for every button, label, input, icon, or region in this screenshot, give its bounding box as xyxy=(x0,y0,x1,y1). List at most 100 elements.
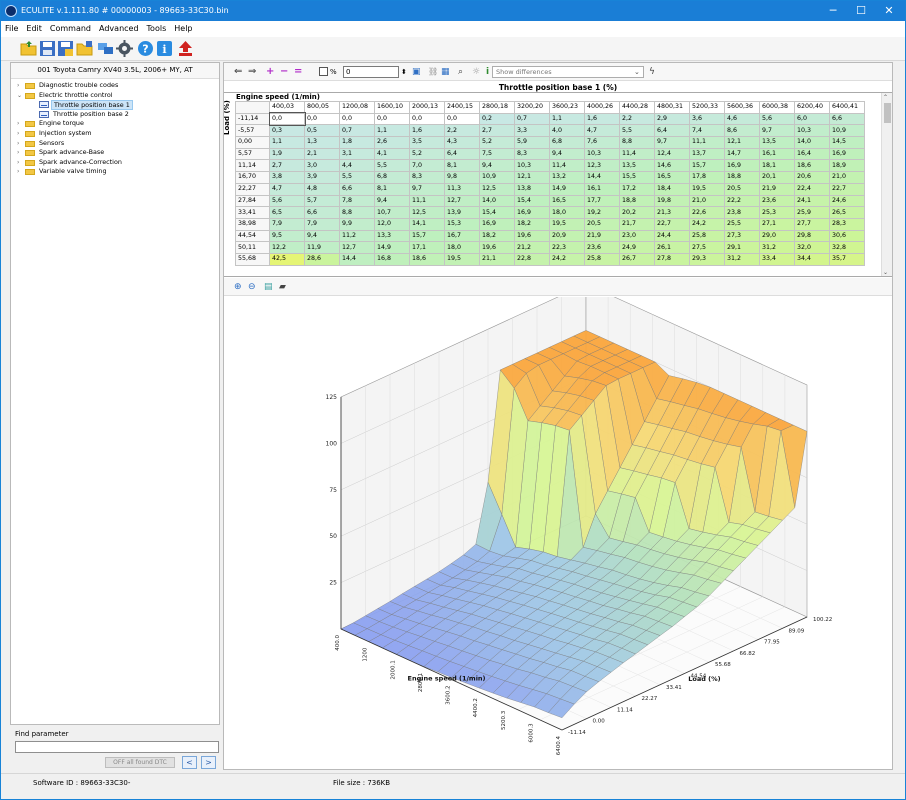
table-cell[interactable]: 21,7 xyxy=(619,217,655,231)
table-cell[interactable]: 14,4 xyxy=(584,171,620,184)
table-cell[interactable]: 14,6 xyxy=(654,159,690,173)
table-cell[interactable]: 32,0 xyxy=(794,241,830,254)
table-cell[interactable]: 15,7 xyxy=(689,159,725,173)
table-cell[interactable]: 22,3 xyxy=(549,241,585,254)
tree-item[interactable]: ⌄ Electric throttle control xyxy=(15,91,219,101)
table-cell[interactable]: 16,4 xyxy=(794,147,830,161)
equals-icon[interactable]: = xyxy=(294,66,302,78)
table-cell[interactable]: 0,5 xyxy=(304,124,340,138)
table-cell[interactable]: 29,0 xyxy=(759,229,795,243)
table-cell[interactable]: 21,2 xyxy=(514,241,550,254)
table-cell[interactable]: 9,7 xyxy=(654,136,690,149)
table-cell[interactable]: 19,6 xyxy=(514,229,550,243)
column-header[interactable]: 4400,28 xyxy=(619,101,655,114)
column-header[interactable]: 4800,31 xyxy=(654,101,690,114)
table-cell[interactable]: 12,2 xyxy=(269,241,305,254)
table-cell[interactable]: 31,2 xyxy=(724,252,760,266)
table-cell[interactable]: 5,2 xyxy=(479,136,515,149)
table-cell[interactable]: 7,6 xyxy=(584,136,620,149)
table-cell[interactable]: 16,1 xyxy=(584,182,620,196)
table-cell[interactable]: 20,9 xyxy=(549,229,585,243)
table-cell[interactable]: 0,0 xyxy=(444,112,480,126)
help-icon[interactable]: ? xyxy=(137,40,154,57)
table-cell[interactable]: 5,5 xyxy=(619,124,655,138)
table-cell[interactable]: 9,9 xyxy=(339,217,375,231)
table-cell[interactable]: 12,4 xyxy=(654,147,690,161)
table-cell[interactable]: 7,4 xyxy=(689,124,725,138)
lightbulb-icon[interactable]: ☼ xyxy=(472,66,480,78)
table-cell[interactable]: 6,4 xyxy=(654,124,690,138)
row-header[interactable]: 16,70 xyxy=(235,171,270,184)
table-cell[interactable]: 12,1 xyxy=(724,136,760,149)
table-cell[interactable]: 29,8 xyxy=(794,229,830,243)
grid-icon[interactable]: ▦ xyxy=(441,66,450,78)
table-cell[interactable]: 25,8 xyxy=(584,252,620,266)
zoom-in-icon[interactable]: ⊕ xyxy=(234,281,242,293)
surface-plot[interactable]: 125100755025400.012002000.12800.13600.24… xyxy=(224,283,892,769)
table-cell[interactable]: 5,5 xyxy=(339,171,375,184)
table-cell[interactable]: 21,9 xyxy=(759,182,795,196)
table-cell[interactable]: 26,5 xyxy=(829,206,865,219)
table-cell[interactable]: 5,5 xyxy=(374,159,410,173)
table-cell[interactable]: 21,3 xyxy=(654,206,690,219)
table-cell[interactable]: 14,1 xyxy=(409,217,445,231)
table-cell[interactable]: 22,6 xyxy=(689,206,725,219)
percent-checkbox[interactable] xyxy=(319,67,328,76)
column-header[interactable]: 1200,08 xyxy=(339,101,375,114)
table-view-icon[interactable]: ▤ xyxy=(264,281,273,293)
table-cell[interactable]: 5,6 xyxy=(759,112,795,126)
minimize-button[interactable]: ─ xyxy=(819,2,847,20)
tree-item[interactable]: › Diagnostic trouble codes xyxy=(15,81,219,91)
value-input[interactable]: 0 xyxy=(343,66,399,78)
table-cell[interactable]: 4,7 xyxy=(269,182,305,196)
table-cell[interactable]: 0,0 xyxy=(374,112,410,126)
table-cell[interactable]: 18,8 xyxy=(724,171,760,184)
table-cell[interactable]: 34,4 xyxy=(794,252,830,266)
row-header[interactable]: 22,27 xyxy=(235,182,270,196)
table-cell[interactable]: 25,8 xyxy=(689,229,725,243)
table-cell[interactable]: 22,8 xyxy=(514,252,550,266)
table-cell[interactable]: 13,5 xyxy=(759,136,795,149)
table-cell[interactable]: 20,2 xyxy=(619,206,655,219)
table-cell[interactable]: 3,9 xyxy=(304,171,340,184)
column-header[interactable]: 1600,10 xyxy=(374,101,410,114)
table-cell[interactable]: 0,0 xyxy=(304,112,340,126)
table-cell[interactable]: 2,7 xyxy=(479,124,515,138)
table-cell[interactable]: 30,6 xyxy=(829,229,865,243)
table-cell[interactable]: 11,3 xyxy=(444,182,480,196)
table-cell[interactable]: 26,7 xyxy=(619,252,655,266)
table-cell[interactable]: 10,3 xyxy=(794,124,830,138)
table-cell[interactable]: 25,9 xyxy=(794,206,830,219)
table-cell[interactable]: 4,3 xyxy=(444,136,480,149)
table-cell[interactable]: 25,5 xyxy=(724,217,760,231)
save-icon[interactable] xyxy=(39,40,56,57)
table-cell[interactable]: 19,2 xyxy=(584,206,620,219)
table-cell[interactable]: 22,2 xyxy=(724,194,760,208)
table-cell[interactable]: 10,9 xyxy=(829,124,865,138)
open-recent-icon[interactable] xyxy=(76,40,93,57)
table-cell[interactable]: 4,4 xyxy=(339,159,375,173)
row-header[interactable]: 55,68 xyxy=(235,252,270,266)
row-header[interactable]: 0,00 xyxy=(235,136,270,149)
column-header[interactable]: 5600,36 xyxy=(724,101,760,114)
find-parameter-input[interactable] xyxy=(15,741,219,753)
table-cell[interactable]: 24,6 xyxy=(829,194,865,208)
table-cell[interactable]: 16,9 xyxy=(829,147,865,161)
table-cell[interactable]: 18,9 xyxy=(829,159,865,173)
table-cell[interactable]: 18,6 xyxy=(409,252,445,266)
table-cell[interactable]: 5,7 xyxy=(304,194,340,208)
table-cell[interactable]: 18,0 xyxy=(549,206,585,219)
table-cell[interactable]: 6,5 xyxy=(269,206,305,219)
save-as-icon[interactable] xyxy=(57,40,74,57)
table-cell[interactable]: 15,7 xyxy=(409,229,445,243)
tree-item[interactable]: › Spark advance-Correction xyxy=(15,158,219,168)
column-header[interactable]: 6000,38 xyxy=(759,101,795,114)
scroll-up-icon[interactable]: ⌃ xyxy=(883,94,888,101)
column-header[interactable]: 2400,15 xyxy=(444,101,480,114)
tree-item[interactable]: › Variable valve timing xyxy=(15,167,219,177)
table-cell[interactable]: 12,0 xyxy=(374,217,410,231)
table-cell[interactable]: 17,2 xyxy=(619,182,655,196)
tree-item[interactable]: › Injection system xyxy=(15,129,219,139)
table-cell[interactable]: 15,4 xyxy=(514,194,550,208)
table-cell[interactable]: 20,5 xyxy=(724,182,760,196)
